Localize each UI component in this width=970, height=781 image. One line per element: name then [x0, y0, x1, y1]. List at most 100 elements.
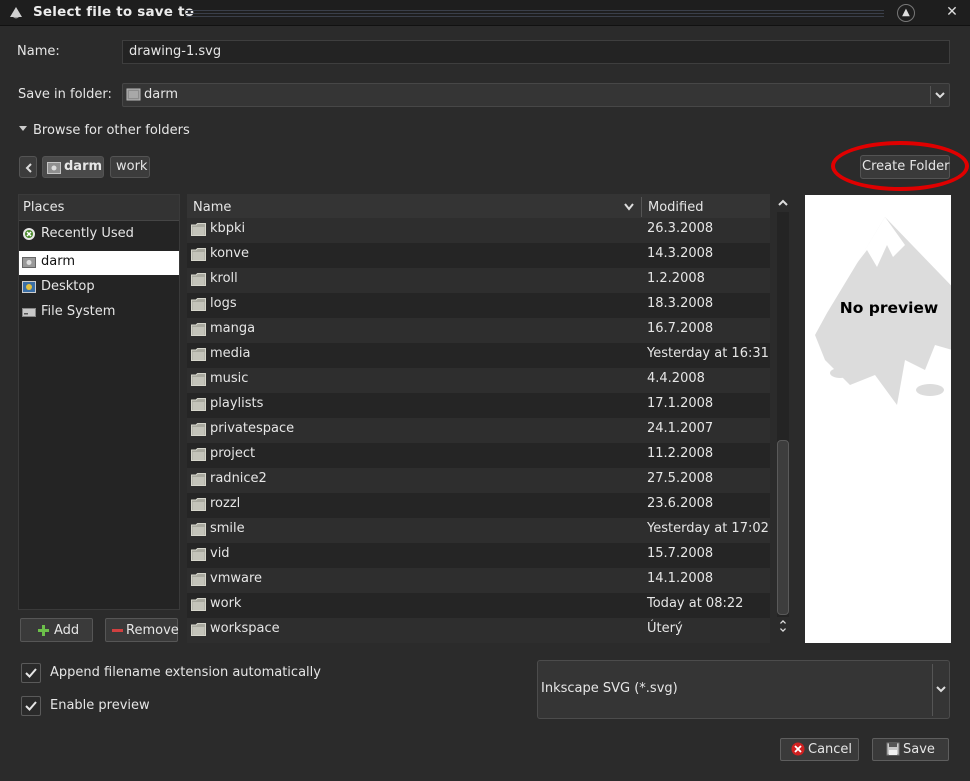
shade-button[interactable]: ▲ — [897, 4, 915, 22]
cancel-icon — [791, 742, 805, 756]
chevron-up-icon: ▲ — [902, 7, 910, 18]
browse-folders-expander[interactable]: Browse for other folders — [19, 123, 190, 138]
add-place-label: Add — [54, 623, 80, 638]
file-name: manga — [210, 321, 256, 336]
file-row[interactable]: manga 16.7.2008 — [187, 318, 770, 343]
file-row[interactable]: kroll 1.2.2008 — [187, 268, 770, 293]
places-item-recently-used[interactable]: Recently Used — [19, 223, 179, 247]
file-name: workspace — [210, 621, 280, 636]
file-modified: 16.7.2008 — [647, 321, 714, 336]
file-name: vid — [210, 546, 230, 561]
file-name: music — [210, 371, 249, 386]
file-modified: Today at 08:22 — [647, 596, 744, 611]
column-header-name[interactable]: Name — [193, 200, 231, 215]
file-row[interactable]: music 4.4.2008 — [187, 368, 770, 393]
drive-icon — [22, 308, 36, 317]
column-separator — [641, 197, 642, 217]
file-row[interactable]: workspace Úterý — [187, 618, 770, 643]
file-row[interactable]: project 11.2.2008 — [187, 443, 770, 468]
folder-icon — [191, 248, 206, 261]
save-label: Save — [903, 742, 935, 757]
sort-descending-icon — [624, 203, 634, 211]
filename-input[interactable]: drawing-1.svg — [122, 40, 950, 64]
file-list-scrollbar[interactable] — [774, 194, 792, 643]
cancel-button[interactable]: Cancel — [780, 738, 859, 761]
close-button[interactable]: ✕ — [943, 4, 961, 22]
add-place-button[interactable]: Add — [20, 618, 93, 642]
recent-icon — [23, 228, 35, 240]
folder-icon — [191, 273, 206, 286]
file-list-header: Name Modified — [187, 194, 770, 220]
file-row[interactable]: media Yesterday at 16:31 — [187, 343, 770, 368]
path-back-button[interactable] — [19, 156, 37, 178]
file-row[interactable]: kbpki 26.3.2008 — [187, 218, 770, 243]
file-type-combo[interactable]: Inkscape SVG (*.svg) — [537, 660, 950, 719]
folder-icon — [191, 398, 206, 411]
places-header[interactable]: Places — [19, 195, 179, 221]
enable-preview-checkbox[interactable] — [21, 696, 41, 716]
file-row[interactable]: smile Yesterday at 17:02 — [187, 518, 770, 543]
scroll-down-icon[interactable] — [776, 619, 790, 633]
folder-icon — [191, 473, 206, 486]
file-name: media — [210, 346, 251, 361]
places-item-file-system[interactable]: File System — [19, 301, 179, 325]
file-name: work — [210, 596, 242, 611]
file-modified: 1.2.2008 — [647, 271, 705, 286]
scroll-up-icon[interactable] — [776, 196, 790, 210]
scrollbar-thumb[interactable] — [777, 440, 789, 615]
file-modified: 18.3.2008 — [647, 296, 714, 311]
save-button[interactable]: Save — [872, 738, 949, 761]
file-name: konve — [210, 246, 249, 261]
path-segment-work[interactable]: work — [110, 156, 150, 178]
no-preview-text: No preview — [839, 299, 939, 317]
home-folder-icon — [126, 88, 141, 101]
enable-preview-label: Enable preview — [50, 698, 150, 713]
file-row[interactable]: konve 14.3.2008 — [187, 243, 770, 268]
file-row[interactable]: logs 18.3.2008 — [187, 293, 770, 318]
folder-icon — [191, 548, 206, 561]
path-segment-darm[interactable]: darm — [42, 156, 104, 178]
combo-separator — [930, 86, 931, 104]
combo-separator — [932, 664, 933, 716]
browse-folders-label: Browse for other folders — [33, 123, 190, 138]
places-item-desktop[interactable]: Desktop — [19, 276, 179, 300]
folder-icon — [191, 598, 206, 611]
file-row[interactable]: vid 15.7.2008 — [187, 543, 770, 568]
title-bar[interactable]: Select file to save to ▲ ✕ — [0, 0, 970, 26]
folder-icon — [191, 223, 206, 236]
preview-pane: No preview — [805, 195, 951, 643]
save-in-folder-combo[interactable]: darm — [122, 83, 950, 107]
file-name: rozzl — [210, 496, 241, 511]
file-modified: 17.1.2008 — [647, 396, 714, 411]
file-modified: 14.3.2008 — [647, 246, 714, 261]
file-row[interactable]: rozzl 23.6.2008 — [187, 493, 770, 518]
inkscape-icon — [10, 7, 22, 19]
file-list[interactable]: Name Modified kbpki 26.3.2008 konve 14.3.20… — [187, 194, 770, 643]
folder-icon — [191, 373, 206, 386]
places-item-darm[interactable]: darm — [19, 251, 179, 275]
folder-icon — [191, 623, 206, 636]
places-item-label: Desktop — [41, 279, 95, 294]
file-type-value: Inkscape SVG (*.svg) — [541, 681, 678, 696]
chevron-down-icon — [935, 92, 945, 99]
desktop-icon — [22, 281, 36, 293]
minus-icon — [112, 629, 123, 632]
name-label: Name: — [17, 44, 60, 59]
file-row[interactable]: radnice2 27.5.2008 — [187, 468, 770, 493]
file-modified: 23.6.2008 — [647, 496, 714, 511]
file-modified: Úterý — [647, 621, 683, 636]
remove-place-button[interactable]: Remove — [105, 618, 179, 642]
append-extension-checkbox[interactable] — [21, 663, 41, 683]
file-row[interactable]: privatespace 24.1.2007 — [187, 418, 770, 443]
file-modified: 14.1.2008 — [647, 571, 714, 586]
path-segment-label: work — [116, 159, 148, 174]
file-modified: 26.3.2008 — [647, 221, 714, 236]
column-header-modified[interactable]: Modified — [648, 200, 703, 215]
plus-icon — [38, 625, 49, 636]
file-row[interactable]: vmware 14.1.2008 — [187, 568, 770, 593]
file-row[interactable]: playlists 17.1.2008 — [187, 393, 770, 418]
path-segment-label: darm — [64, 159, 103, 174]
file-row[interactable]: work Today at 08:22 — [187, 593, 770, 618]
inkscape-logo-watermark — [815, 217, 951, 405]
highlight-circle — [831, 141, 969, 191]
